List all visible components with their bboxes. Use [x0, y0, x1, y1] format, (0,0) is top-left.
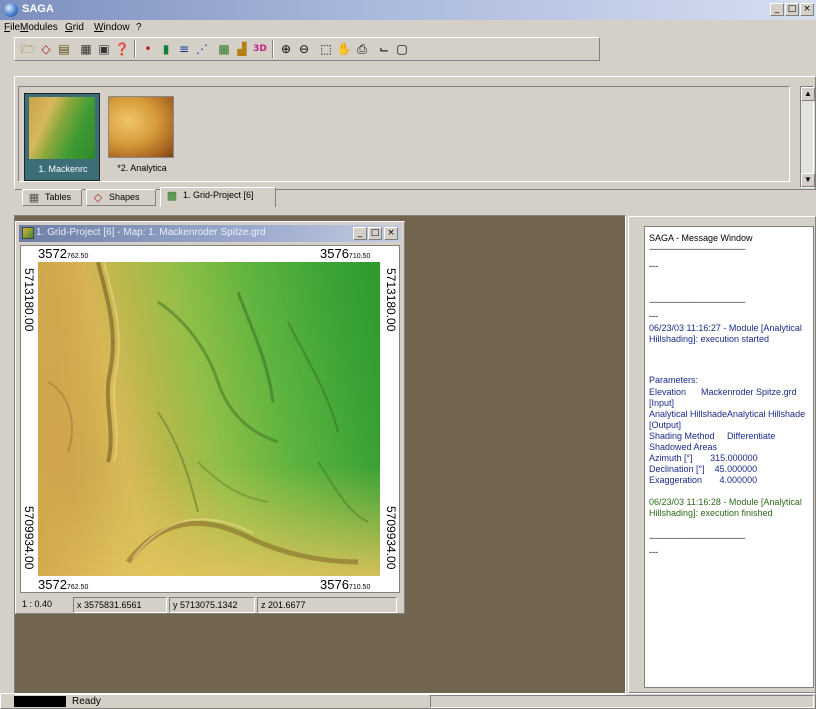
scroll-down-button[interactable]: ▼ [801, 173, 815, 187]
menu-modules[interactable]: Modules [20, 22, 58, 33]
message-param: Declination [°] 45.000000 [649, 464, 758, 474]
tab-label: 1. Grid-Project [6] [183, 190, 254, 200]
bars-icon[interactable]: ▮ [158, 41, 174, 57]
profile-icon[interactable]: ⌙ [376, 41, 392, 57]
coord-left-bottom: 5709934.00 [22, 506, 36, 570]
map-status-scale: 1 : 0.40 [22, 599, 53, 609]
menu-grid[interactable]: Grid [65, 22, 84, 33]
map-raster-canvas[interactable] [38, 262, 380, 576]
toolbar-separator [272, 40, 274, 58]
coord-left-top: 5713180.00 [22, 268, 36, 332]
map-status-z: z 201.6677 [257, 597, 397, 613]
open-icon[interactable]: 🗁 [20, 41, 36, 57]
message-finished: 06/23/03 11:16:28 - Module [Analytical H… [649, 497, 805, 518]
message-param: Azimuth [°] 315.000000 [649, 453, 758, 463]
message-dash: --- [649, 261, 658, 271]
message-param: Shading Method Differentiate Shadowed Ar… [649, 431, 778, 452]
app-title: SAGA [22, 3, 54, 15]
status-text: Ready [72, 696, 101, 707]
table-icon: ▦ [28, 191, 40, 204]
message-window-text[interactable]: SAGA - Message Window ------------------… [644, 226, 814, 688]
menu-window[interactable]: Window [94, 22, 130, 33]
zoom-in-icon[interactable]: ⊕ [278, 41, 294, 57]
tab-tables[interactable]: ▦ Tables [22, 189, 82, 206]
message-start: 06/23/03 11:16:27 - Module [Analytical H… [649, 323, 805, 344]
message-title: SAGA - Message Window [649, 233, 753, 243]
message-separator: ----------------------------------------… [649, 297, 746, 307]
workspace-scrollbar[interactable]: ▲ ▼ [800, 86, 815, 188]
tab-grid-project[interactable]: ▩ 1. Grid-Project [6] [160, 187, 276, 207]
coord-top-left: 3572762.50 [38, 246, 89, 261]
layer-icon[interactable]: ▣ [96, 41, 112, 57]
coord-right-bottom: 5709934.00 [384, 506, 398, 570]
thumbnail-hillshade-image [108, 96, 174, 158]
menu-file[interactable]: File [4, 22, 20, 33]
zoom-box-icon[interactable]: ▢ [394, 41, 410, 57]
coord-bottom-left: 3572762.50 [38, 577, 89, 592]
print-icon[interactable]: ⎙ [354, 41, 370, 57]
thumbnail-label: *2. Analytica [117, 163, 167, 173]
thumbnail-tile-analytical[interactable]: *2. Analytica [104, 93, 180, 181]
table-icon[interactable]: ▤ [56, 41, 72, 57]
tab-label: Tables [45, 192, 72, 202]
pan-icon[interactable]: ✋ [336, 41, 352, 57]
points-icon[interactable]: • [140, 41, 156, 57]
message-param: Elevation Mackenroder Spitze.grd [Input] [649, 387, 800, 408]
map-window-icon [22, 227, 34, 239]
tab-label: Shapes [109, 192, 140, 202]
message-param: Exaggeration 4.000000 [649, 475, 758, 485]
tab-shapes[interactable]: ◇ Shapes [86, 189, 156, 206]
minimize-button[interactable]: _ [770, 3, 784, 16]
saga-globe-icon[interactable] [4, 3, 18, 17]
menu-help[interactable]: ? [136, 22, 142, 33]
coord-right-top: 5713180.00 [384, 268, 398, 332]
map-minimize-button[interactable]: _ [353, 227, 367, 240]
map-status-y: y 5713075.1342 [169, 597, 255, 613]
zoom-out-icon[interactable]: ⊖ [296, 41, 312, 57]
shapes-icon: ◇ [93, 191, 103, 204]
scatter-icon[interactable]: ⋰ [194, 41, 210, 57]
message-separator: ----------------------------------------… [649, 533, 746, 543]
app-title-bar [0, 0, 816, 20]
thumbnail-tile-mackenroder[interactable]: 1. Mackenrc [24, 93, 100, 181]
thumbnail-dem-image [29, 97, 95, 159]
map-close-button[interactable]: × [384, 227, 398, 240]
map-maximize-button[interactable]: □ [368, 227, 382, 240]
map-status-x: x 3575831.6561 [73, 597, 167, 613]
bar-chart-icon[interactable]: ▟ [234, 41, 250, 57]
coord-top-right: 3576710.50 [320, 246, 371, 261]
grid-icon[interactable]: ▦ [78, 41, 94, 57]
histogram-icon[interactable]: ≡ [176, 41, 192, 57]
message-dash: --- [649, 311, 658, 321]
thumbnail-label: 1. Mackenrc [38, 164, 88, 174]
dem-hillshade-image [38, 262, 380, 576]
select-icon[interactable]: ⬚ [318, 41, 334, 57]
message-parameters-label: Parameters: [649, 375, 699, 385]
close-button[interactable]: × [800, 3, 814, 16]
map-icon: ▩ [166, 189, 178, 202]
status-panel [430, 695, 814, 708]
map-window-title: 1. Grid-Project [6] - Map: 1. Mackenrode… [36, 227, 266, 238]
map-icon[interactable]: ▩ [216, 41, 232, 57]
message-dash: --- [649, 547, 658, 557]
coord-bottom-right: 3576710.50 [320, 577, 371, 592]
maximize-button[interactable]: □ [785, 3, 799, 16]
shapes-icon[interactable]: ◇ [38, 41, 54, 57]
message-param: Analytical HillshadeAnalytical Hillshade… [649, 409, 811, 430]
message-separator: ----------------------------------------… [649, 244, 746, 254]
toolbar-separator [134, 40, 136, 58]
scroll-up-button[interactable]: ▲ [801, 87, 815, 101]
3d-icon[interactable]: 3D [252, 41, 268, 57]
wand-icon[interactable]: ❓ [114, 41, 130, 57]
progress-bar [14, 696, 66, 707]
